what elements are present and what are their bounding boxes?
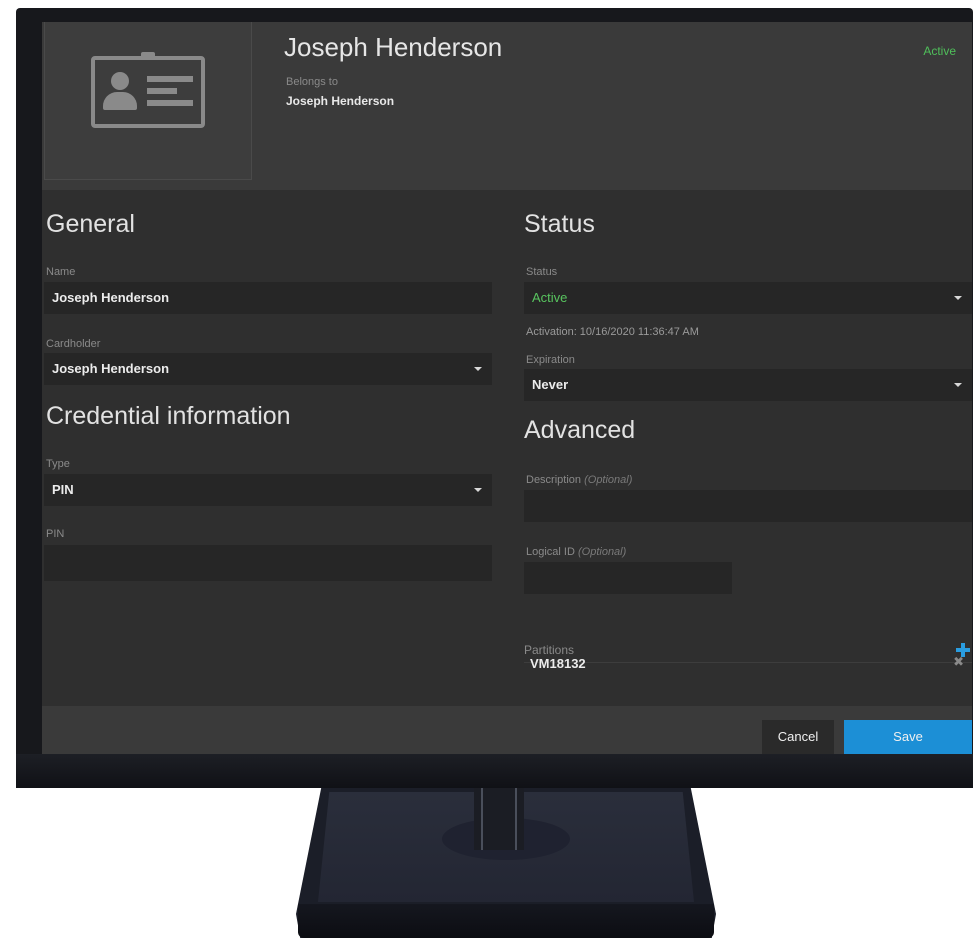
save-button[interactable]: Save <box>844 720 972 754</box>
advanced-section-title: Advanced <box>524 416 636 444</box>
chevron-down-icon <box>954 383 962 387</box>
credential-picture[interactable] <box>44 22 252 180</box>
logical-id-label: Logical ID (Optional) <box>526 546 627 558</box>
status-value: Active <box>532 290 568 305</box>
page-title: Joseph Henderson <box>284 32 503 62</box>
header: Joseph Henderson Belongs to Joseph Hende… <box>42 22 972 190</box>
monitor-bezel <box>16 754 973 788</box>
description-label: Description (Optional) <box>526 474 633 486</box>
status-section-title: Status <box>524 210 595 238</box>
status-select[interactable]: Active <box>524 282 972 314</box>
remove-partition-icon[interactable]: ✖ <box>953 654 964 670</box>
stand-neck <box>474 788 524 850</box>
logical-id-input[interactable] <box>524 562 732 594</box>
stand-edge <box>298 904 714 938</box>
partition-item: VM18132 <box>530 656 586 671</box>
status-label: Status <box>526 266 558 278</box>
name-label: Name <box>46 266 76 278</box>
pin-label: PIN <box>46 528 65 540</box>
chevron-down-icon <box>474 488 482 492</box>
credential-window: Joseph Henderson Belongs to Joseph Hende… <box>42 22 972 754</box>
form-body: General Name Joseph Henderson Cardholder… <box>42 190 972 706</box>
status-badge: Active <box>923 44 956 58</box>
cancel-button[interactable]: Cancel <box>762 720 834 754</box>
id-badge-icon <box>91 52 205 128</box>
cardholder-value: Joseph Henderson <box>52 361 170 376</box>
expiration-value: Never <box>532 377 569 392</box>
partitions-header: Partitions <box>524 639 972 663</box>
activation-text: Activation: 10/16/2020 11:36:47 AM <box>526 326 699 338</box>
name-field[interactable]: Joseph Henderson <box>44 282 492 314</box>
cardholder-label: Cardholder <box>46 338 101 350</box>
type-label: Type <box>46 458 70 470</box>
cardholder-select[interactable]: Joseph Henderson <box>44 353 492 385</box>
type-value: PIN <box>52 482 74 497</box>
pin-input[interactable] <box>44 545 492 581</box>
name-value: Joseph Henderson <box>52 290 170 305</box>
expiration-label: Expiration <box>526 354 575 366</box>
general-section-title: General <box>46 210 135 238</box>
partitions-label: Partitions <box>524 643 575 657</box>
expiration-select[interactable]: Never <box>524 369 972 401</box>
footer: Cancel Save <box>42 706 972 754</box>
description-input[interactable] <box>524 490 972 522</box>
monitor: Joseph Henderson Belongs to Joseph Hende… <box>16 8 973 788</box>
chevron-down-icon <box>474 367 482 371</box>
credential-section-title: Credential information <box>46 402 291 430</box>
belongs-to-label: Belongs to <box>286 76 338 88</box>
chevron-down-icon <box>954 296 962 300</box>
belongs-to-link[interactable]: Joseph Henderson <box>286 94 394 108</box>
type-select[interactable]: PIN <box>44 474 492 506</box>
